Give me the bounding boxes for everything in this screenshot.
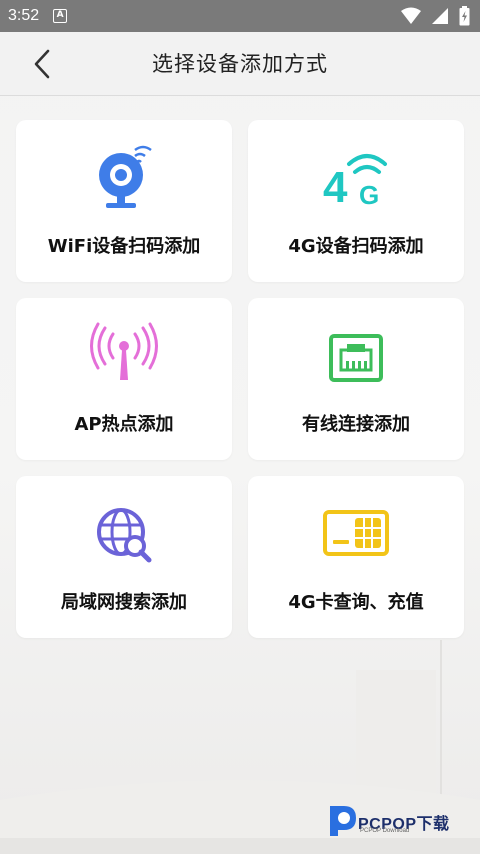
page-title: 选择设备添加方式 <box>152 52 328 76</box>
option-label: 4G设备扫码添加 <box>288 236 424 257</box>
battery-icon <box>459 6 470 26</box>
status-bar: 3:52 A <box>0 0 480 32</box>
option-label: 有线连接添加 <box>302 414 410 435</box>
option-4g-recharge[interactable]: 4G卡查询、充值 <box>248 476 464 638</box>
option-lan-search[interactable]: 局域网搜索添加 <box>16 476 232 638</box>
option-label: AP热点添加 <box>74 414 174 435</box>
antenna-icon <box>90 322 158 380</box>
pcpop-logo-icon <box>330 806 356 836</box>
wifi-status-icon <box>401 7 421 24</box>
option-ap-hotspot[interactable]: AP热点添加 <box>16 298 232 460</box>
option-label: 4G卡查询、充值 <box>288 592 424 613</box>
option-4g-scan[interactable]: 4 G 4G设备扫码添加 <box>248 120 464 282</box>
status-icons <box>401 6 470 26</box>
ethernet-port-icon <box>329 334 383 382</box>
signal-status-icon <box>432 8 448 24</box>
notification-icon: A <box>53 9 68 23</box>
option-wifi-scan[interactable]: WiFi设备扫码添加 <box>16 120 232 282</box>
sim-card-icon <box>323 510 389 556</box>
app-header: 选择设备添加方式 <box>0 32 480 96</box>
option-label: 局域网搜索添加 <box>61 592 187 613</box>
option-label: WiFi设备扫码添加 <box>47 236 201 257</box>
svg-text:G: G <box>359 180 379 210</box>
4g-signal-icon: 4 G <box>323 154 387 212</box>
globe-search-icon <box>97 508 152 563</box>
watermark-logo: PCPOP下载 PCPOP Download <box>326 804 472 840</box>
svg-text:4: 4 <box>323 163 348 212</box>
option-wired[interactable]: 有线连接添加 <box>248 298 464 460</box>
wifi-camera-icon <box>99 145 152 208</box>
status-time: 3:52 <box>8 7 40 24</box>
watermark-sub: PCPOP Download <box>360 828 410 834</box>
